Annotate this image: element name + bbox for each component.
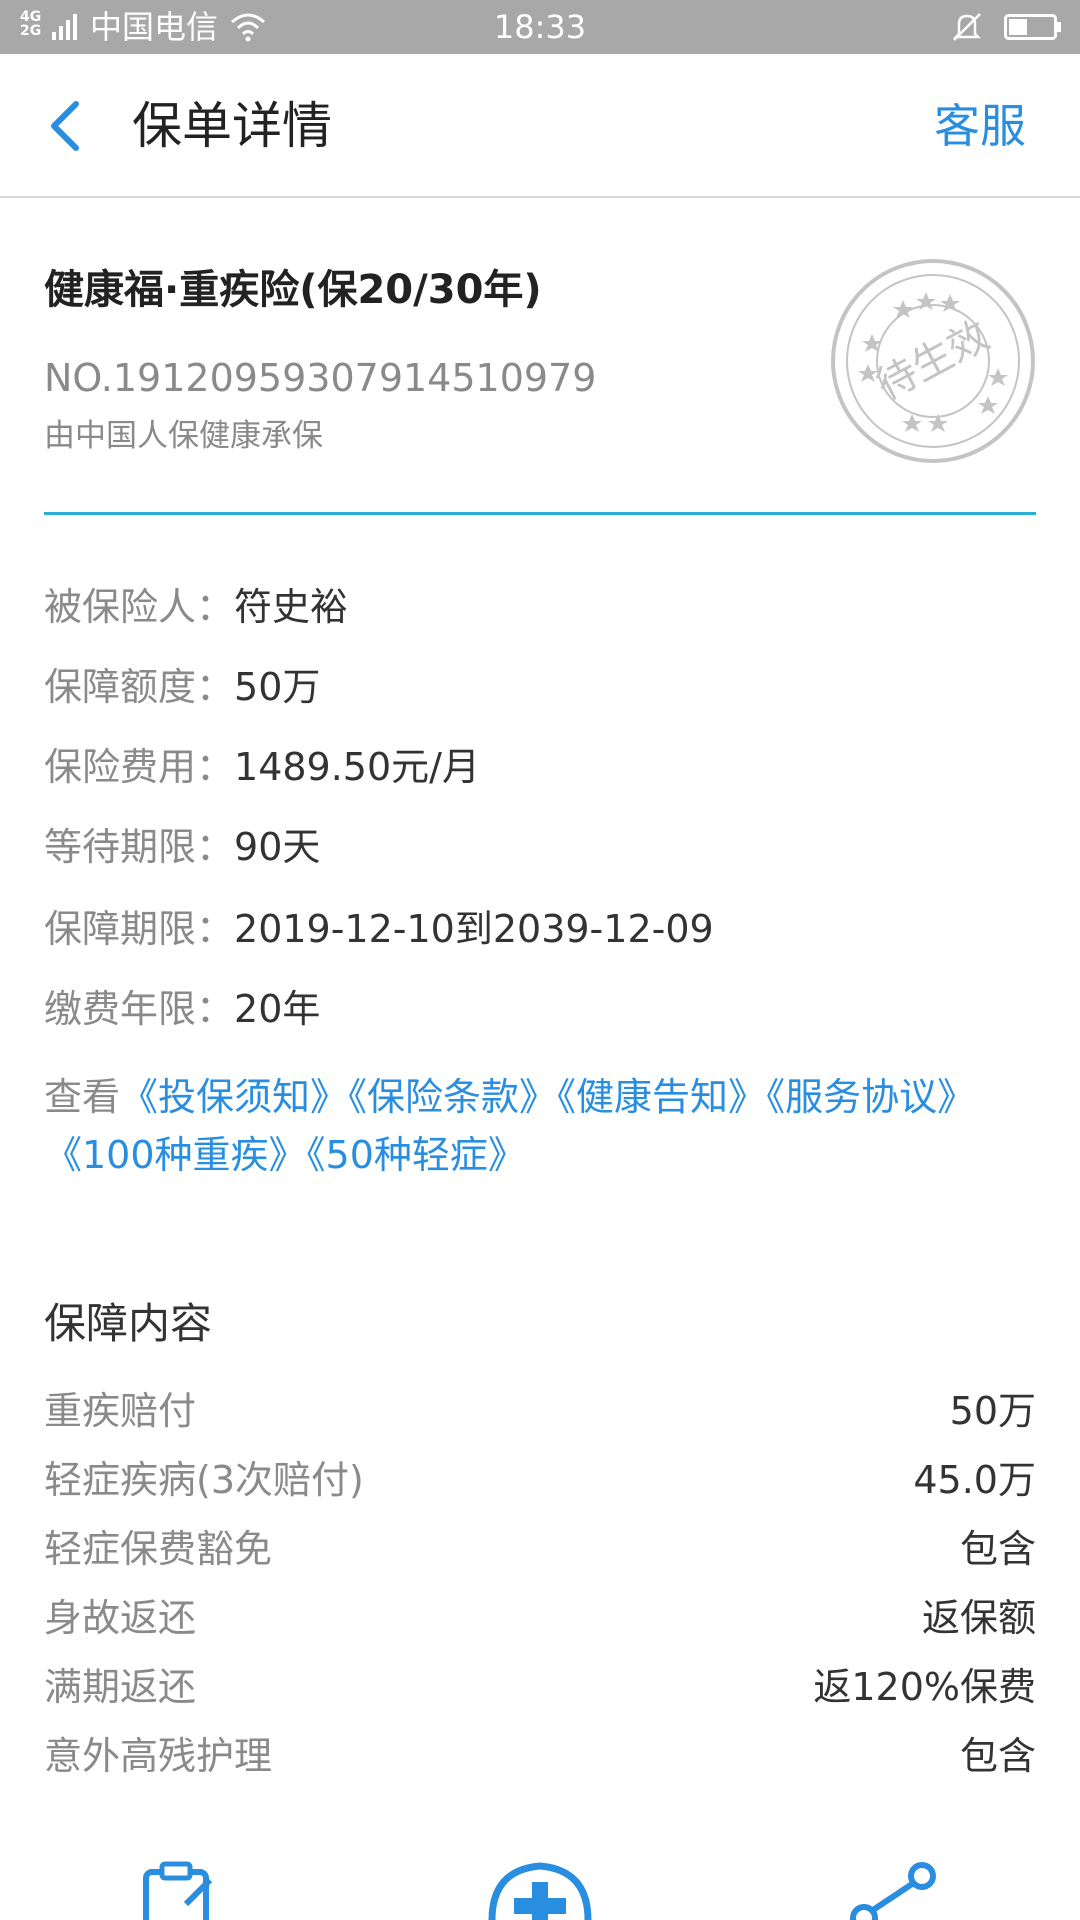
info-value: 1489.50元/月 xyxy=(234,745,480,789)
info-row-insured: 被保险人：符史裕 xyxy=(44,582,348,632)
insurer-text: 由中国人保健康承保 xyxy=(44,418,323,454)
coverage-row: 满期返还 返120%保费 xyxy=(44,1662,1036,1712)
coverage-title: 保障内容 xyxy=(44,1299,213,1348)
coverage-row: 身故返还 返保额 xyxy=(44,1593,1036,1643)
info-value: 2019-12-10到2039-12-09 xyxy=(234,907,714,951)
coverage-value: 50万 xyxy=(949,1389,1036,1433)
link-policy-terms[interactable]: 《保险条款》 xyxy=(348,1075,557,1119)
header-divider xyxy=(44,512,1036,515)
medical-plus-icon[interactable] xyxy=(484,1860,596,1920)
info-value: 符史裕 xyxy=(234,585,349,629)
coverage-label: 意外高残护理 xyxy=(44,1734,273,1778)
policy-number-text: NO.19120959307914510979 xyxy=(44,356,597,400)
coverage-value: 45.0万 xyxy=(913,1458,1036,1502)
info-label: 被保险人： xyxy=(44,585,235,629)
coverage-row: 重疾赔付 50万 xyxy=(44,1386,1036,1436)
info-row-payment-years: 缴费年限：20年 xyxy=(44,984,320,1034)
info-value: 20年 xyxy=(234,987,321,1031)
link-50-mild-illnesses[interactable]: 《50种轻症》 xyxy=(307,1133,526,1177)
bell-muted-icon xyxy=(952,13,982,41)
back-arrow-icon[interactable] xyxy=(40,96,90,156)
info-label: 等待期限： xyxy=(44,825,235,869)
coverage-value: 包含 xyxy=(959,1734,1036,1778)
page-title: 保单详情 xyxy=(132,97,332,155)
product-name: 健康福·重疾险(保20/30年) xyxy=(44,267,542,313)
coverage-row: 轻症保费豁免 包含 xyxy=(44,1524,1036,1574)
share-icon[interactable] xyxy=(850,1860,942,1920)
coverage-label: 轻症保费豁免 xyxy=(44,1527,273,1571)
status-bar: 4G 2G 中国电信 18:33 xyxy=(0,0,1080,54)
info-row-waiting: 等待期限：90天 xyxy=(44,822,320,872)
info-label: 保障期限： xyxy=(44,907,235,951)
battery-icon xyxy=(1004,14,1061,40)
coverage-value: 包含 xyxy=(959,1527,1036,1571)
clipboard-edit-icon[interactable] xyxy=(140,1860,220,1920)
info-row-premium: 保险费用：1489.50元/月 xyxy=(44,742,480,792)
coverage-label: 重疾赔付 xyxy=(44,1389,197,1433)
info-value: 90天 xyxy=(234,825,321,869)
clock: 18:33 xyxy=(493,8,587,46)
info-value: 50万 xyxy=(234,665,321,709)
policy-number: NO.19120959307914510979 xyxy=(44,354,596,402)
links-prefix: 查看 xyxy=(44,1075,121,1119)
info-row-period: 保障期限：2019-12-10到2039-12-09 xyxy=(44,904,714,954)
coverage-value: 返保额 xyxy=(921,1596,1036,1640)
info-label: 保险费用： xyxy=(44,745,235,789)
info-row-amount: 保障额度：50万 xyxy=(44,662,320,712)
link-application-notice[interactable]: 《投保须知》 xyxy=(120,1075,348,1119)
link-health-disclosure[interactable]: 《健康告知》 xyxy=(557,1075,766,1119)
coverage-value: 返120%保费 xyxy=(813,1665,1036,1709)
info-label: 保障额度： xyxy=(44,665,235,709)
pending-stamp-icon: 待生效 xyxy=(831,259,1035,463)
nav-bar: 保单详情 客服 xyxy=(0,54,1080,198)
link-100-critical-illnesses[interactable]: 《100种重疾》 xyxy=(44,1133,307,1177)
coverage-label: 身故返还 xyxy=(44,1596,197,1640)
coverage-label: 轻症疾病(3次赔付) xyxy=(44,1458,364,1502)
link-service-agreement[interactable]: 《服务协议》 xyxy=(766,1075,975,1119)
coverage-row: 轻症疾病(3次赔付) 45.0万 xyxy=(44,1455,1036,1505)
coverage-label: 满期返还 xyxy=(44,1665,197,1709)
info-label: 缴费年限： xyxy=(44,987,235,1031)
customer-service-button[interactable]: 客服 xyxy=(934,96,1026,156)
document-links: 查看《投保须知》《保险条款》《健康告知》《服务协议》《100种重疾》《50种轻症… xyxy=(44,1068,1036,1184)
coverage-row: 意外高残护理 包含 xyxy=(44,1731,1036,1781)
